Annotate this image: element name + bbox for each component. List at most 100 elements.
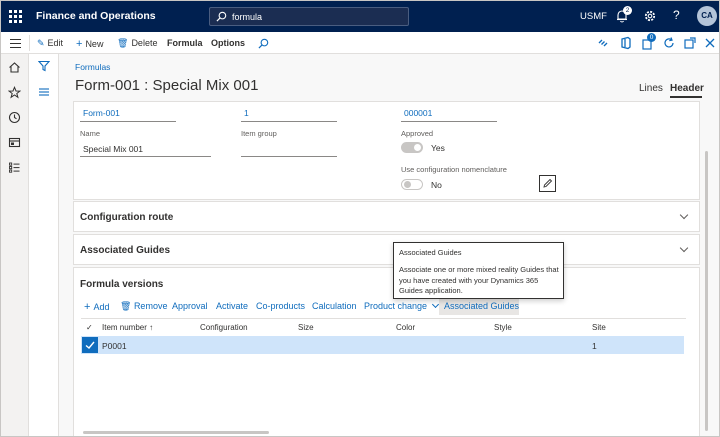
search-input[interactable]: formula [209,7,409,26]
remove-line-button[interactable]: 🗑 Remove [120,301,167,312]
search-icon [216,11,227,22]
col-size[interactable]: Size [298,323,314,332]
star-icon[interactable] [7,85,22,99]
delete-label: Delete [131,38,158,48]
close-icon[interactable] [703,36,717,50]
sort-ascending-icon: ↑ [149,323,154,332]
app-title[interactable]: Finance and Operations [36,10,156,22]
delete-button[interactable]: 🗑 Delete [117,38,157,49]
cell-item-number[interactable]: P0001 [102,341,127,351]
associated-guides-button[interactable]: Associated Guides [439,299,519,315]
vertical-scrollbar[interactable] [705,151,708,431]
item-group-underline [241,156,337,157]
version-underline [241,121,337,122]
waffle-icon[interactable] [9,10,22,23]
refresh-icon[interactable] [662,36,676,50]
help-icon[interactable]: ? [673,8,680,22]
edit-label: Edit [47,38,64,48]
clock-icon[interactable] [8,111,21,124]
search-value: formula [232,12,263,22]
version-field[interactable]: 1 [244,108,249,118]
hamburger-icon[interactable] [10,39,21,49]
row-checkbox[interactable] [82,337,98,353]
view-header-tab[interactable]: Header [670,83,704,94]
coproducts-button[interactable]: Co-products [256,301,305,311]
trash-icon: 🗑 [120,301,134,311]
col-item-number-label: Item number [102,323,147,332]
checkmark-icon [85,341,95,349]
name-underline [80,156,211,157]
calculation-button[interactable]: Calculation [312,301,357,311]
col-configuration[interactable]: Configuration [200,323,248,332]
config-nomenclature-toggle[interactable] [401,179,423,190]
approved-toggle[interactable] [401,142,423,153]
formula-versions-title[interactable]: Formula versions [80,279,163,290]
top-bar: Finance and Operations formula USMF 2 ? … [1,1,719,32]
notification-count: 2 [623,6,632,15]
tooltip-body: Associate one or more mixed reality Guid… [399,265,559,295]
edit-nomenclature-button[interactable] [539,175,556,192]
select-all-checkbox[interactable]: ✓ [86,323,93,332]
bell-icon[interactable]: 2 [615,6,632,23]
associated-guides-label: Associated Guides [444,301,520,311]
config-nomenclature-value: No [431,180,442,190]
name-input[interactable]: Special Mix 001 [83,144,143,154]
formula-tab[interactable]: Formula [167,38,203,48]
page-sidebar [29,54,59,436]
config-route-title: Configuration route [80,212,174,223]
page-title: Form-001 : Special Mix 001 [75,77,259,94]
col-site[interactable]: Site [592,323,606,332]
associated-guides-fasttab[interactable]: Associated Guides [73,234,700,265]
item-group-label: Item group [241,129,277,138]
approval-button[interactable]: Approval [172,301,208,311]
formula-id-field[interactable]: Form-001 [83,108,120,118]
office-icon[interactable] [619,36,633,50]
gear-icon[interactable] [643,9,657,23]
view-lines-tab[interactable]: Lines [639,83,663,94]
trash-icon: 🗑 [117,38,129,48]
modules-list-icon[interactable] [8,161,21,174]
approved-label: Approved [401,129,434,138]
product-change-button[interactable]: Product change [364,300,439,311]
home-icon[interactable] [8,61,21,74]
chevron-down-icon [431,300,439,309]
action-search-icon[interactable] [258,38,269,51]
open-new-window-icon[interactable] [683,36,697,50]
company-picker[interactable]: USMF [580,11,607,22]
horizontal-scrollbar[interactable] [83,431,269,434]
chevron-down-icon [679,210,689,220]
item-number-field[interactable]: 000001 [404,108,432,118]
left-nav [1,54,29,436]
attachments-icon[interactable]: 0 [641,33,656,50]
col-item-number[interactable]: Item number ↑ [102,323,153,332]
active-tab-indicator [670,96,702,98]
col-style[interactable]: Style [494,323,512,332]
link-icon[interactable] [596,36,610,50]
pencil-icon: ✎ [37,38,45,48]
main-content: Formulas Form-001 : Special Mix 001 Line… [60,54,719,436]
product-change-label: Product change [364,301,428,311]
filter-icon[interactable] [37,60,51,74]
add-label: Add [93,302,110,312]
activate-button[interactable]: Activate [216,301,248,311]
col-color[interactable]: Color [396,323,415,332]
list-icon[interactable] [38,86,50,100]
avatar[interactable]: CA [697,6,717,26]
options-tab[interactable]: Options [211,38,245,48]
new-button[interactable]: + New [76,38,103,50]
breadcrumb[interactable]: Formulas [75,62,110,72]
edit-button[interactable]: ✎ Edit [37,38,63,49]
add-line-button[interactable]: + Add [84,301,110,313]
action-pane: ✎ Edit + New 🗑 Delete Formula Options 0 [1,32,719,54]
remove-label: Remove [133,301,168,311]
app-window: Finance and Operations formula USMF 2 ? … [0,0,720,437]
pencil-icon [543,178,553,188]
formula-versions-grid: ✓ Item number ↑ Configuration Size Color… [81,318,686,378]
cell-site[interactable]: 1 [592,341,597,351]
attachments-count: 0 [647,33,656,42]
chevron-down-icon [679,243,689,253]
associated-guides-title: Associated Guides [80,245,171,256]
workspace-icon[interactable] [8,136,21,149]
config-route-fasttab[interactable]: Configuration route [73,201,700,232]
plus-icon: + [76,38,83,50]
